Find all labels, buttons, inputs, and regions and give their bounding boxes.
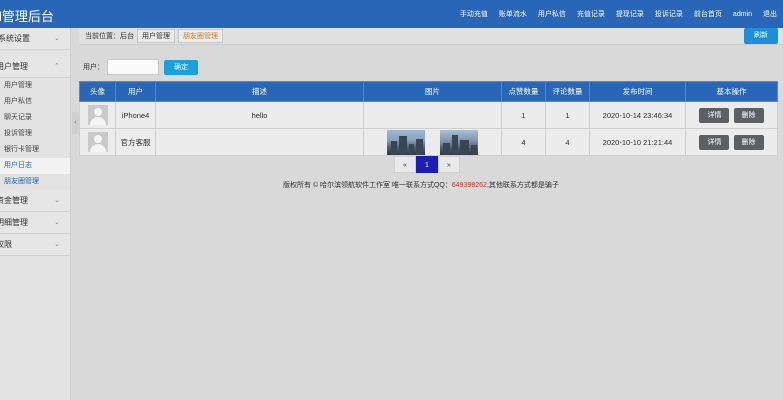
sidebar-item-complaints[interactable]: 投诉管理 (0, 126, 70, 142)
nav-frontend-home[interactable]: 前台首页 (694, 9, 722, 19)
refresh-button[interactable]: 刷新 (744, 28, 778, 44)
breadcrumb-tab-moments[interactable]: 朋友圈管理 (178, 29, 223, 43)
footer-qq-number: 649398262 (451, 182, 487, 189)
chevron-down-icon: ⌄ (54, 35, 60, 42)
pagination: « 1 » (394, 156, 460, 173)
details-button[interactable]: 详情 (699, 107, 730, 123)
sidebar-group-permissions[interactable]: 权限 ⌄ (0, 234, 70, 256)
column-header-comments: 评论数量 (545, 81, 590, 102)
sidebar-item-moments[interactable]: 朋友圈管理 (0, 174, 70, 190)
nav-logout[interactable]: 退出 (763, 9, 777, 19)
filter-bar: 用户： 确定 (83, 59, 198, 75)
details-button[interactable]: 详情 (699, 134, 730, 150)
sidebar-group-label: 系统设置 (0, 34, 30, 43)
actions-cell: 详情 删除 (685, 128, 778, 156)
app-title: l管理后台 (0, 9, 54, 24)
column-header-description: 描述 (155, 81, 364, 102)
publish-time-cell: 2020-10-14 23:46:34 (589, 101, 686, 129)
table-row: iPhone4 hello 1 1 2020-10-14 23:46:34 详情… (79, 101, 778, 129)
likes-cell: 4 (501, 128, 546, 156)
nav-recharge-records[interactable]: 充值记录 (577, 9, 605, 19)
column-header-images: 图片 (363, 81, 502, 102)
sidebar-item-user-logs[interactable]: 用户日志 (0, 158, 70, 174)
breadcrumb: 当前位置：后台 用户管理 朋友圈管理 刷新 (79, 28, 783, 45)
nav-admin-user[interactable]: admin (733, 11, 752, 18)
breadcrumb-tab-user-management[interactable]: 用户管理 (137, 29, 175, 43)
column-header-avatar: 头像 (79, 81, 116, 102)
sidebar-group-label: 权限 (0, 240, 12, 249)
confirm-button[interactable]: 确定 (164, 59, 198, 75)
user-cell: iPhone4 (115, 101, 156, 129)
user-search-input[interactable] (107, 59, 159, 75)
sidebar-item-user-management[interactable]: 用户管理 (0, 78, 70, 94)
publish-time-cell: 2020-10-10 21:21:44 (589, 128, 686, 156)
sidebar-group-label: 资金管理 (0, 196, 28, 205)
top-nav: 手动充值 账单流水 用户私信 充值记录 提现记录 投诉记录 前台首页 admin… (449, 0, 777, 28)
sidebar-group-details[interactable]: 明细管理 ⌄ (0, 212, 70, 234)
footer-prefix: 版权所有 © 哈尔滨领航软件工作室 唯一联系方式QQ： (283, 182, 452, 189)
user-filter-label: 用户： (83, 64, 104, 71)
avatar (87, 105, 108, 125)
description-cell (155, 128, 364, 156)
likes-cell: 1 (501, 101, 546, 129)
images-cell (363, 128, 502, 156)
description-cell: hello (155, 101, 364, 129)
delete-button[interactable]: 删除 (733, 134, 764, 150)
comments-cell: 4 (545, 128, 590, 156)
table-row: 官方客服 4 4 2020-10-10 21:21:44 详情 删除 (79, 128, 778, 156)
column-header-publish-time: 发布时间 (589, 81, 686, 102)
post-image-thumbnail[interactable] (439, 129, 478, 155)
sidebar-collapse-handle[interactable]: ‹ (72, 112, 79, 134)
nav-manual-recharge[interactable]: 手动充值 (460, 9, 488, 19)
nav-withdraw-records[interactable]: 提现记录 (616, 9, 644, 19)
avatar-cell (79, 128, 116, 156)
sidebar-group-system-settings[interactable]: 系统设置 ⌄ (0, 28, 70, 50)
chevron-up-icon: ⌃ (54, 63, 60, 70)
sidebar-item-chat-records[interactable]: 聊天记录 (0, 110, 70, 126)
chevron-down-icon: ⌄ (54, 219, 60, 226)
footer-suffix: ,其他联系方式都是骗子 (486, 182, 559, 189)
nav-bill-flow[interactable]: 账单流水 (499, 9, 527, 19)
sidebar: 系统设置 ⌄ 用户管理 ⌃ 用户管理 用户私信 聊天记录 投诉管理 银行卡管理 … (0, 28, 71, 400)
user-cell: 官方客服 (115, 128, 156, 156)
chevron-down-icon: ⌄ (54, 197, 60, 204)
breadcrumb-location: 当前位置：后台 (85, 33, 134, 40)
chevron-down-icon: ⌄ (54, 241, 60, 248)
sidebar-item-bank-cards[interactable]: 银行卡管理 (0, 142, 70, 158)
footer-copyright: 版权所有 © 哈尔滨领航软件工作室 唯一联系方式QQ：649398262,其他联… (283, 180, 559, 190)
top-header: l管理后台 手动充值 账单流水 用户私信 充值记录 提现记录 投诉记录 前台首页… (0, 0, 783, 28)
avatar-cell (79, 101, 116, 129)
sidebar-group-label: 用户管理 (0, 62, 28, 71)
sidebar-group-user-management[interactable]: 用户管理 ⌃ (0, 56, 70, 78)
column-header-actions: 基本操作 (685, 81, 778, 102)
moments-table: 头像 用户 描述 图片 点赞数量 评论数量 发布时间 基本操作 iPhone4 … (79, 81, 778, 156)
nav-user-messages[interactable]: 用户私信 (538, 9, 566, 19)
prev-page-button[interactable]: « (394, 156, 416, 173)
sidebar-item-user-messages[interactable]: 用户私信 (0, 94, 70, 110)
next-page-button[interactable]: » (438, 156, 460, 173)
main-content: 当前位置：后台 用户管理 朋友圈管理 刷新 用户： 确定 头像 用户 描述 图片… (79, 28, 783, 400)
page-1-button[interactable]: 1 (416, 156, 438, 173)
column-header-likes: 点赞数量 (501, 81, 546, 102)
post-image-thumbnail[interactable] (387, 129, 426, 155)
delete-button[interactable]: 删除 (733, 107, 764, 123)
avatar (87, 132, 108, 152)
sidebar-group-label: 明细管理 (0, 218, 28, 227)
comments-cell: 1 (545, 101, 590, 129)
table-header-row: 头像 用户 描述 图片 点赞数量 评论数量 发布时间 基本操作 (79, 81, 778, 102)
images-cell (363, 101, 502, 129)
column-header-user: 用户 (115, 81, 156, 102)
actions-cell: 详情 删除 (685, 101, 778, 129)
nav-complaint-records[interactable]: 投诉记录 (655, 9, 683, 19)
sidebar-group-funds[interactable]: 资金管理 ⌄ (0, 190, 70, 212)
